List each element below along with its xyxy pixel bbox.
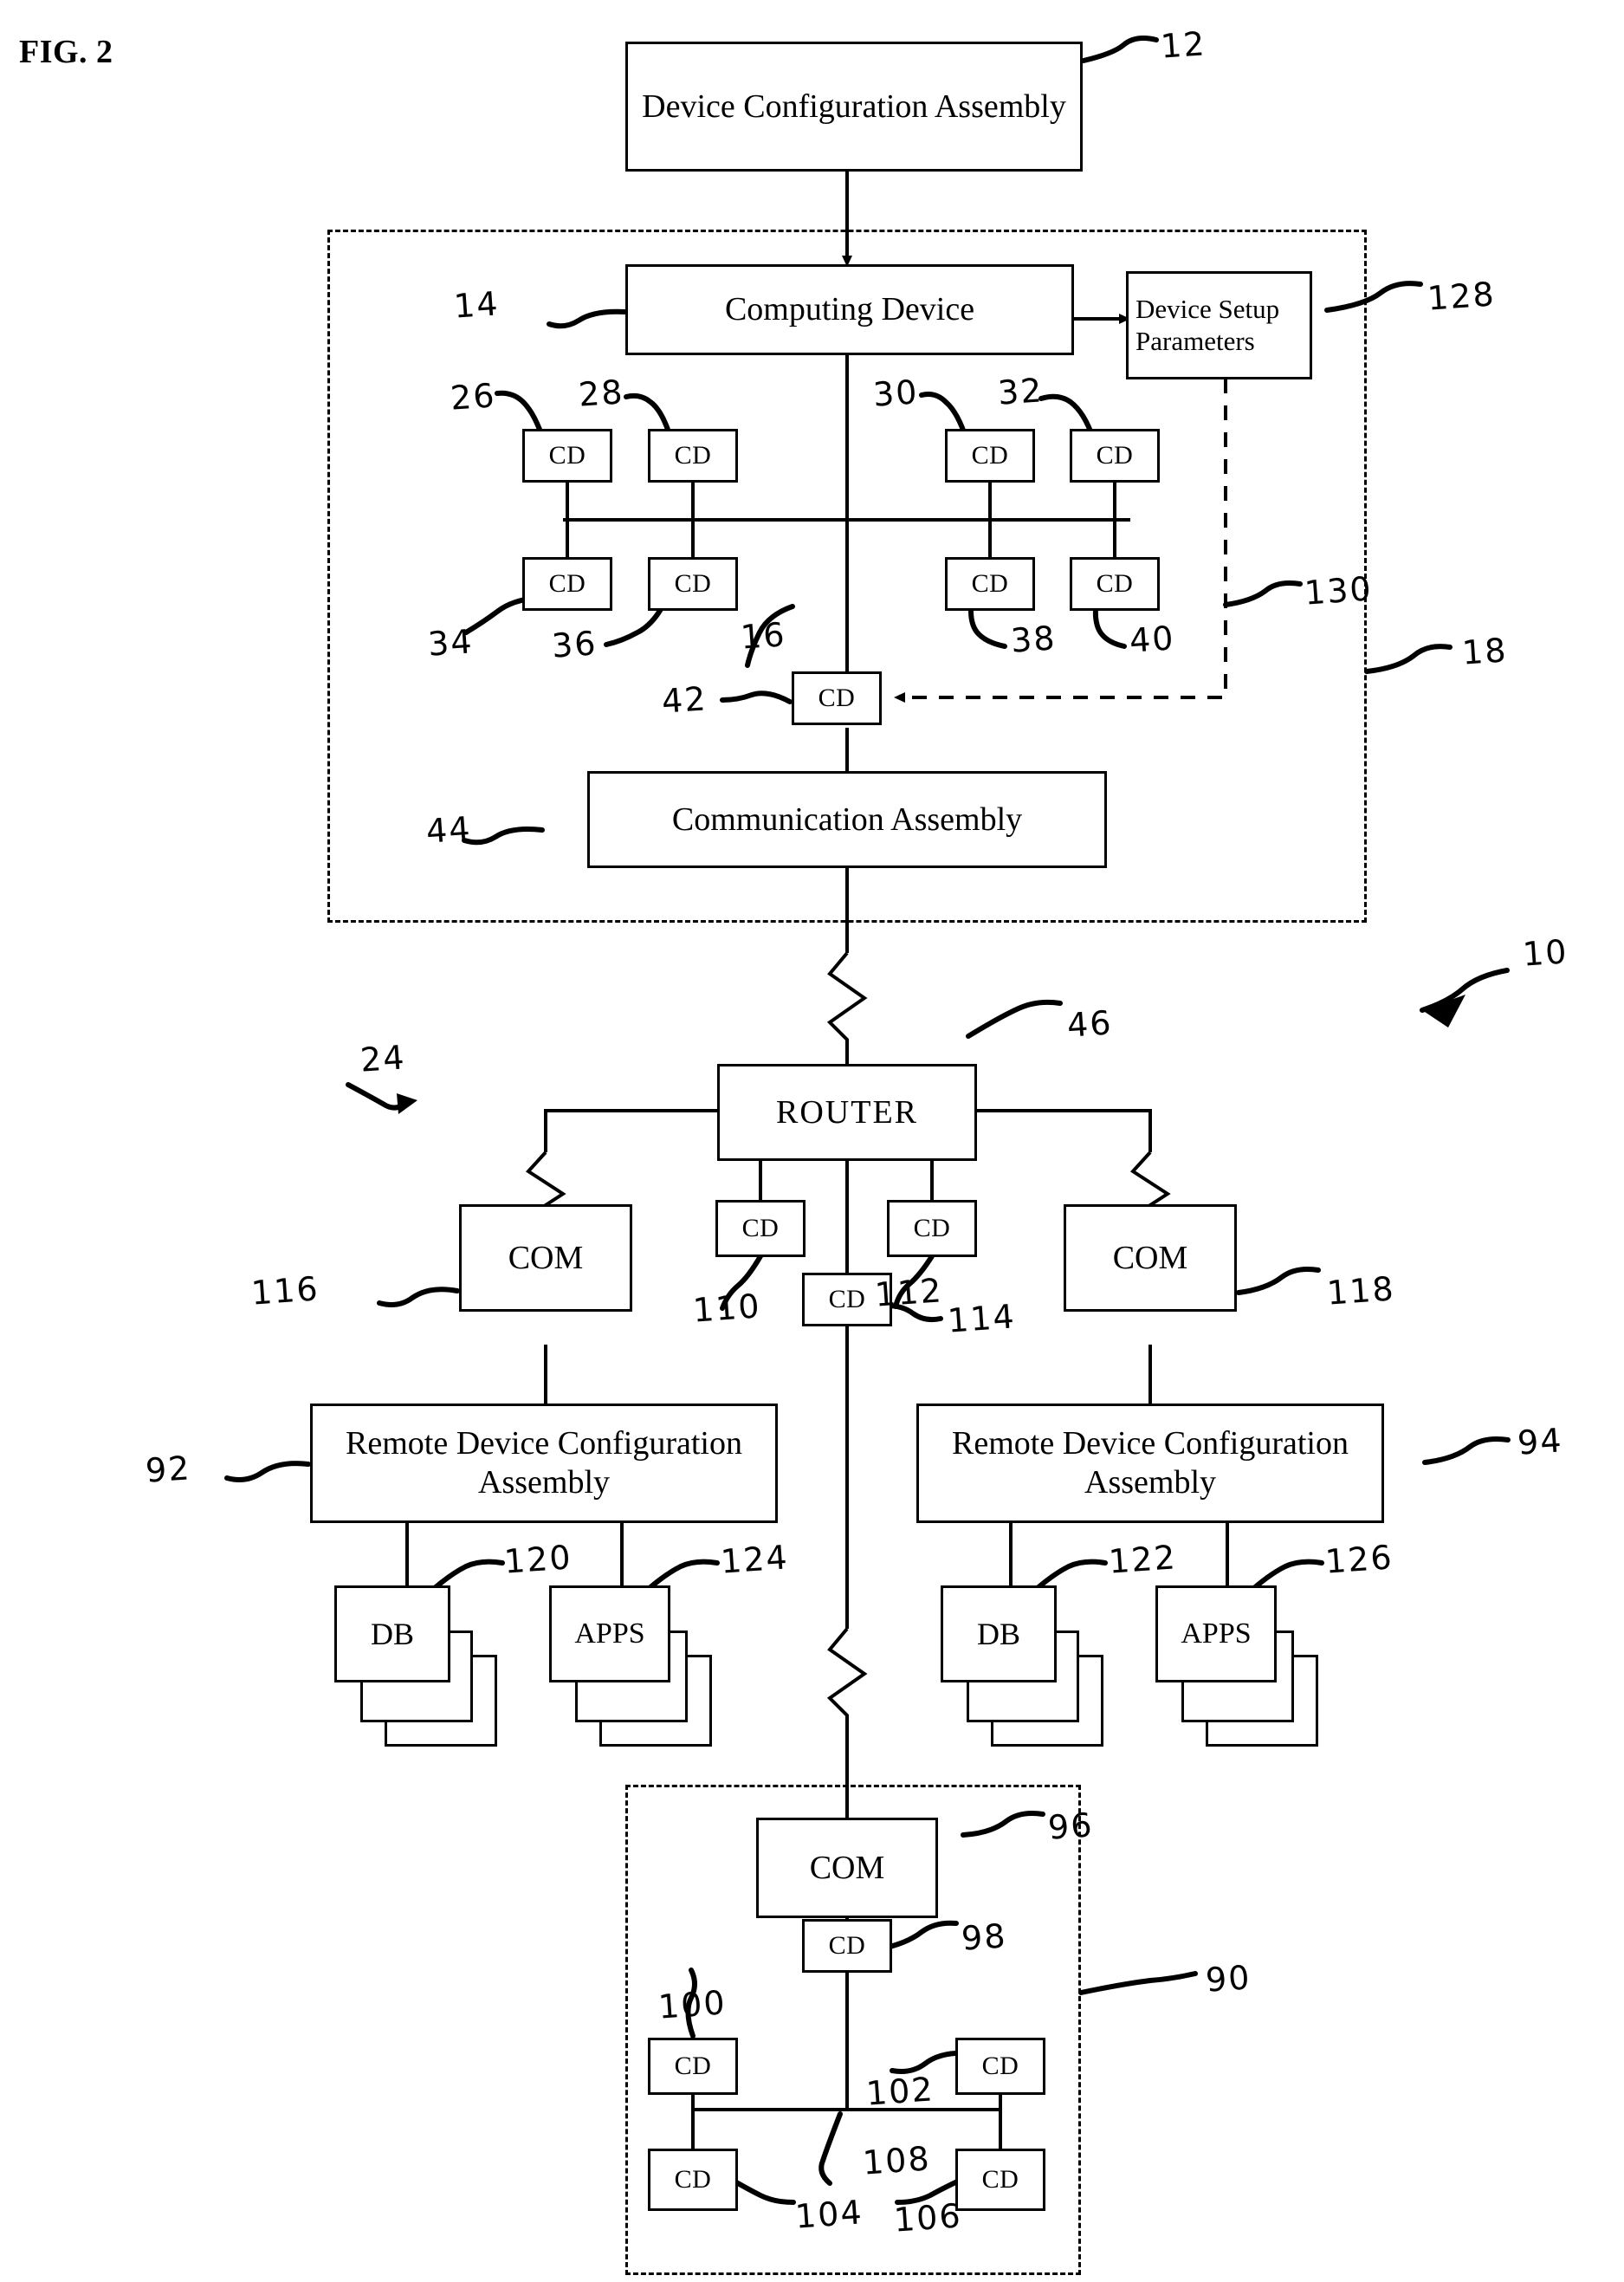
numeral-112: 112 — [873, 1271, 944, 1314]
com-box-96[interactable]: COM — [756, 1818, 938, 1918]
cd-node-36[interactable]: CD — [648, 557, 738, 611]
db-stack-122: DB — [941, 1585, 1131, 1750]
cd-node-106[interactable]: CD — [955, 2149, 1045, 2211]
numeral-128: 128 — [1426, 275, 1497, 318]
cd-node-112[interactable]: CD — [887, 1200, 977, 1257]
com-box-116[interactable]: COM — [459, 1204, 632, 1312]
numeral-10: 10 — [1521, 932, 1569, 974]
router-box[interactable]: ROUTER — [717, 1064, 977, 1161]
numeral-98: 98 — [960, 1916, 1008, 1958]
cd-node-38[interactable]: CD — [945, 557, 1035, 611]
cd-node-102[interactable]: CD — [955, 2038, 1045, 2095]
numeral-16: 16 — [739, 615, 787, 657]
apps-box-126[interactable]: APPS — [1155, 1585, 1277, 1682]
numeral-36: 36 — [550, 624, 598, 665]
numeral-106: 106 — [892, 2196, 963, 2240]
numeral-110: 110 — [691, 1287, 762, 1330]
numeral-124: 124 — [719, 1538, 790, 1581]
numeral-12: 12 — [1159, 24, 1207, 66]
cd-node-100[interactable]: CD — [648, 2038, 738, 2095]
numeral-14: 14 — [452, 284, 501, 326]
cd-node-30[interactable]: CD — [945, 429, 1035, 483]
figure-label: FIG. 2 — [19, 34, 113, 70]
numeral-90: 90 — [1204, 1958, 1252, 2000]
communication-assembly-box[interactable]: Communication Assembly — [587, 771, 1107, 868]
numeral-28: 28 — [577, 373, 625, 414]
numeral-18: 18 — [1460, 631, 1509, 672]
cd-node-42[interactable]: CD — [792, 671, 882, 725]
apps-stack-126: APPS — [1155, 1585, 1355, 1750]
cd-node-26[interactable]: CD — [522, 429, 612, 483]
numeral-38: 38 — [1009, 619, 1058, 660]
numeral-100: 100 — [657, 1983, 728, 2026]
remote-device-configuration-assembly-92[interactable]: Remote Device Configuration Assembly — [310, 1404, 778, 1523]
numeral-42: 42 — [660, 679, 708, 721]
numeral-40: 40 — [1128, 619, 1176, 660]
numeral-92: 92 — [144, 1449, 192, 1490]
apps-stack-124: APPS — [549, 1585, 748, 1750]
numeral-126: 126 — [1323, 1538, 1394, 1581]
db-box-122[interactable]: DB — [941, 1585, 1057, 1682]
numeral-46: 46 — [1065, 1003, 1114, 1045]
numeral-108: 108 — [861, 2139, 932, 2182]
numeral-30: 30 — [871, 373, 920, 414]
cd-node-98[interactable]: CD — [802, 1919, 892, 1973]
cd-node-110[interactable]: CD — [715, 1200, 806, 1257]
numeral-118: 118 — [1325, 1269, 1396, 1313]
db-box-120[interactable]: DB — [334, 1585, 450, 1682]
numeral-122: 122 — [1107, 1538, 1178, 1581]
com-box-118[interactable]: COM — [1064, 1204, 1237, 1312]
cd-node-32[interactable]: CD — [1070, 429, 1160, 483]
numeral-104: 104 — [793, 2193, 864, 2236]
numeral-130: 130 — [1303, 569, 1374, 613]
patent-figure-page: FIG. 2 Device Configuration Assembly Com… — [0, 0, 1624, 2282]
numeral-96: 96 — [1046, 1806, 1095, 1847]
computing-device-box[interactable]: Computing Device — [625, 264, 1074, 355]
cd-node-34[interactable]: CD — [522, 557, 612, 611]
device-setup-parameters-box[interactable]: Device Setup Parameters — [1126, 271, 1312, 379]
numeral-26: 26 — [449, 376, 497, 418]
cd-node-40[interactable]: CD — [1070, 557, 1160, 611]
numeral-116: 116 — [249, 1269, 320, 1313]
numeral-44: 44 — [424, 809, 473, 851]
numeral-24: 24 — [359, 1038, 407, 1079]
remote-device-configuration-assembly-94[interactable]: Remote Device Configuration Assembly — [916, 1404, 1384, 1523]
numeral-114: 114 — [946, 1297, 1017, 1340]
numeral-32: 32 — [996, 371, 1045, 412]
numeral-102: 102 — [864, 2070, 935, 2113]
numeral-120: 120 — [502, 1538, 573, 1581]
numeral-34: 34 — [426, 622, 475, 664]
cd-node-28[interactable]: CD — [648, 429, 738, 483]
device-configuration-assembly-box[interactable]: Device Configuration Assembly — [625, 42, 1083, 172]
db-stack-120: DB — [334, 1585, 525, 1750]
numeral-94: 94 — [1516, 1421, 1564, 1462]
cd-node-104[interactable]: CD — [648, 2149, 738, 2211]
apps-box-124[interactable]: APPS — [549, 1585, 670, 1682]
